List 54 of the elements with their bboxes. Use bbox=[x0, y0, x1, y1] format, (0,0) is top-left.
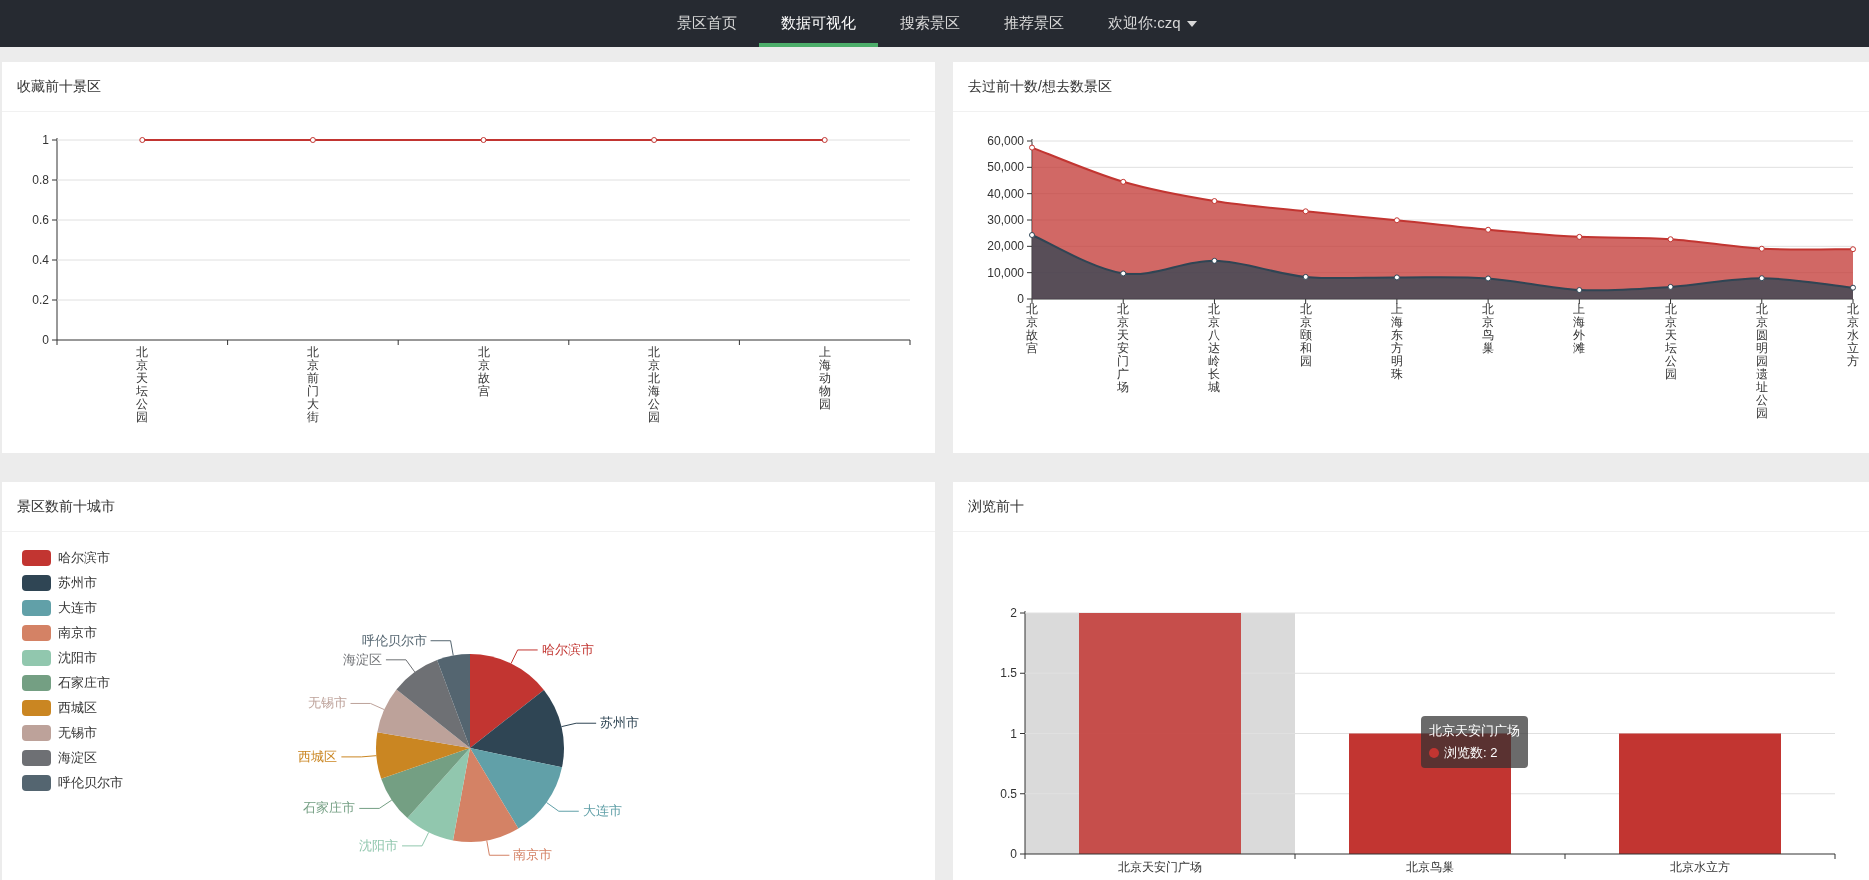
y-tick-label: 10,000 bbox=[987, 265, 1025, 280]
axis-label: 北京天安门广场 bbox=[1118, 860, 1202, 874]
y-tick-label: 0.6 bbox=[32, 213, 50, 227]
card-title: 浏览前十 bbox=[968, 497, 1024, 516]
y-tick-label: 20,000 bbox=[987, 239, 1025, 254]
axis-label: 北京天坛公园 bbox=[136, 345, 149, 424]
y-tick-label: 0.8 bbox=[32, 173, 50, 187]
y-tick-label: 1.5 bbox=[1000, 666, 1018, 681]
card-title: 去过前十数/想去数景区 bbox=[968, 77, 1112, 96]
slice-label: 无锡市 bbox=[307, 695, 347, 711]
slice-label: 石家庄市 bbox=[303, 800, 356, 816]
axis-label: 北京颐和园 bbox=[1299, 302, 1312, 368]
axis-label: 北京天安门广场 bbox=[1117, 302, 1130, 394]
axis-label: 北京北海公园 bbox=[648, 345, 661, 424]
y-tick-label: 60,000 bbox=[987, 134, 1025, 148]
y-tick-label: 0 bbox=[1010, 847, 1018, 861]
y-tick-label: 0.2 bbox=[32, 293, 50, 307]
y-tick-label: 40,000 bbox=[987, 186, 1025, 201]
axis-label: 北京故宫 bbox=[477, 345, 490, 398]
slice-label: 沈阳市 bbox=[359, 837, 399, 853]
y-tick-label: 2 bbox=[1010, 606, 1018, 620]
y-tick-label: 50,000 bbox=[987, 160, 1025, 175]
axis-label: 北京前门大街 bbox=[306, 345, 319, 424]
axis-label: 北京八达岭长城 bbox=[1208, 302, 1221, 394]
axis-label: 上海动物园 bbox=[818, 345, 831, 411]
y-tick-label: 0.4 bbox=[32, 253, 50, 267]
axis-label: 北京故宫 bbox=[1026, 302, 1038, 355]
axis-label: 上海东方明珠 bbox=[1390, 302, 1403, 381]
axis-label: 北京天坛公园 bbox=[1664, 302, 1677, 381]
card-title: 景区数前十城市 bbox=[17, 497, 115, 516]
slice-label: 海淀区 bbox=[342, 651, 382, 667]
y-tick-label: 1 bbox=[42, 133, 50, 147]
slice-label: 哈尔滨市 bbox=[541, 641, 594, 657]
slice-label: 呼伦贝尔市 bbox=[361, 632, 427, 648]
axis-label: 北京鸟巢 bbox=[1406, 860, 1454, 874]
y-axis: 0 0.5 1 1.5 2 bbox=[1000, 606, 1026, 861]
slice-label: 西城区 bbox=[298, 748, 338, 764]
card-title: 收藏前十景区 bbox=[17, 77, 101, 96]
y-tick-label: 0 bbox=[1017, 292, 1025, 306]
slice-label: 大连市 bbox=[582, 803, 622, 819]
axis-label: 北京水立方 bbox=[1670, 860, 1730, 874]
y-tick-label: 1 bbox=[1010, 726, 1018, 741]
axis-label: 北京圆明园遗址公园 bbox=[1755, 302, 1768, 420]
slice-label: 苏州市 bbox=[600, 715, 640, 731]
y-tick-label: 0 bbox=[42, 333, 50, 347]
slice-label: 南京市 bbox=[513, 847, 553, 863]
y-axis: 0 0.2 0.4 0.6 0.8 1 bbox=[32, 133, 58, 347]
axis-label: 北京水立方 bbox=[1847, 302, 1859, 368]
axis-label: 北京鸟巢 bbox=[1482, 302, 1495, 355]
tooltip-value: 浏览数: 2 bbox=[1444, 744, 1498, 762]
axis-label: 上海外滩 bbox=[1573, 302, 1586, 355]
y-tick-label: 30,000 bbox=[987, 213, 1025, 227]
y-tick-label: 0.5 bbox=[1000, 786, 1018, 801]
tooltip-title: 北京天安门广场 bbox=[1429, 722, 1520, 740]
